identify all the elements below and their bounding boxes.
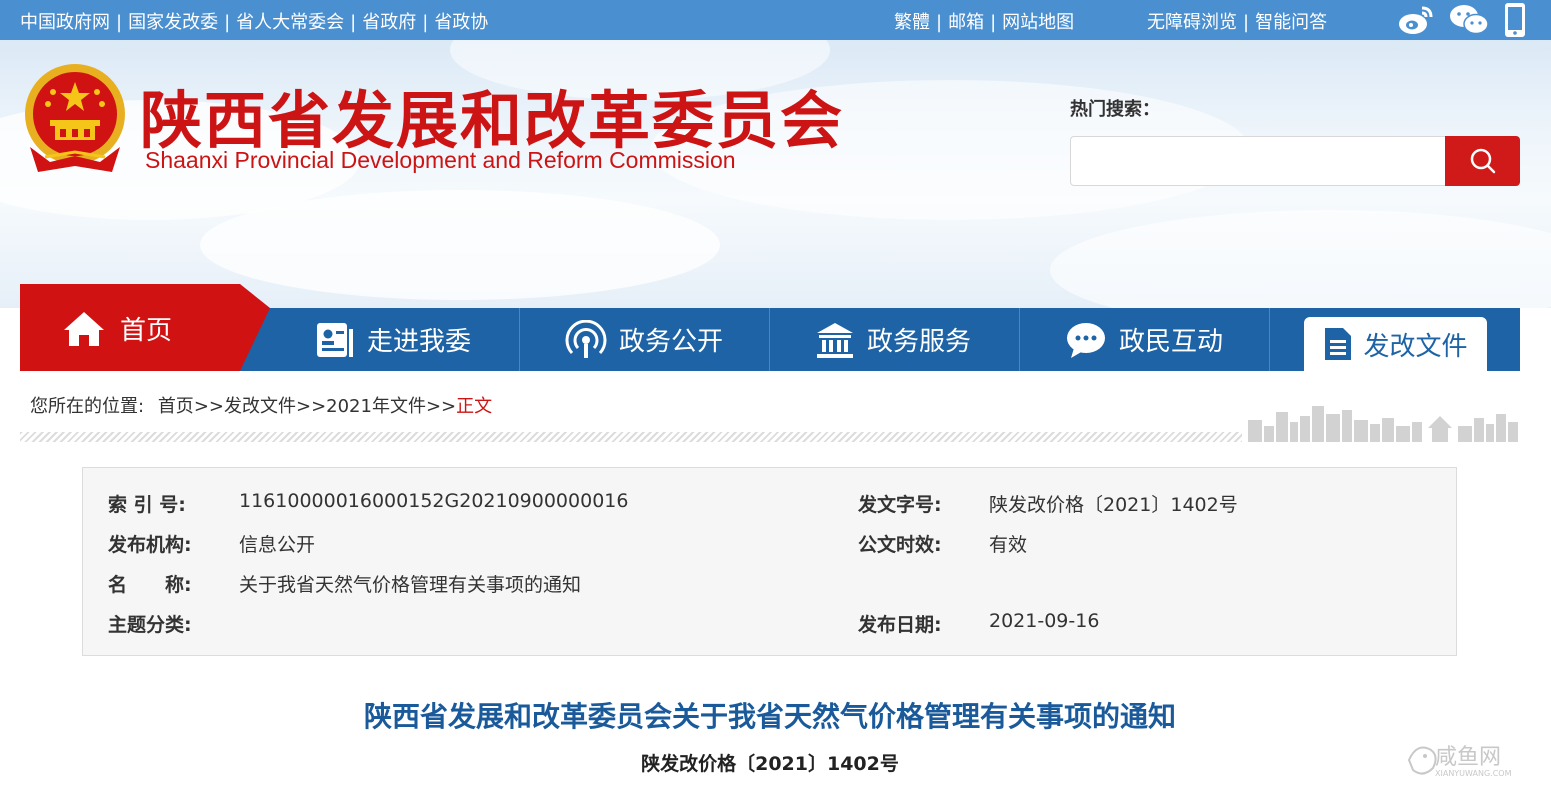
breadcrumb-sep: >> [425,396,457,417]
index-label: 索 引 号: [108,494,186,516]
nav-divider [769,308,770,371]
link-sitemap[interactable]: 网站地图 [1002,12,1074,33]
site-subtitle: Shaanxi Provincial Development and Refor… [145,147,736,173]
nav-about[interactable]: 走进我委 [315,308,471,371]
social-icons [1397,2,1527,43]
nav-documents[interactable]: 发改文件 [1304,317,1487,371]
decorative-stripe [20,432,1242,442]
profile-card-icon [317,322,353,357]
watermark-subtext: XIANYUWANG.COM [1435,769,1512,778]
doc-number-value: 陕发改价格〔2021〕1402号 [989,494,1238,516]
date-label: 发布日期: [858,614,942,636]
link-cppcc[interactable]: 省政协 [434,12,488,33]
name-label: 名 称: [108,574,192,596]
wechat-icon[interactable] [1449,3,1489,42]
watermark-logo: 咸鱼网 XIANYUWANG.COM [1405,738,1540,780]
nav-gov-affairs-label: 政务公开 [619,327,724,357]
link-smart-qa[interactable]: 智能问答 [1255,12,1327,33]
nav-gov-affairs[interactable]: 政务公开 [565,308,723,371]
validity-label: 公文时效: [858,534,942,556]
national-emblem-logo [20,62,130,178]
nav-home-label: 首页 [120,316,173,346]
nav-interaction[interactable]: 政民互动 [1065,308,1223,371]
top-links-right: 繁體 | 邮箱 | 网站地图 [894,12,1075,33]
nav-divider [519,308,520,371]
top-links-left: 中国政府网 | 国家发改委 | 省人大常委会 | 省政府 | 省政协 [20,12,489,33]
mobile-icon[interactable] [1503,2,1527,43]
validity-value: 有效 [989,534,1028,556]
nav-documents-label: 发改文件 [1363,331,1468,362]
hot-search-label: 热门搜索： [1070,99,1160,120]
breadcrumb-sep: >> [193,396,224,417]
nav-gov-services-label: 政务服务 [867,327,972,357]
index-value: 11610000016000152G20210900000016 [239,490,629,512]
doc-number-label: 发文字号: [858,494,942,516]
link-ndrc[interactable]: 国家发改委 [128,12,218,33]
breadcrumb-home[interactable]: 首页 [158,396,194,417]
breadcrumb-prefix: 您所在的位置: [30,396,145,417]
org-label: 发布机构: [108,534,192,556]
home-icon [62,310,106,352]
link-accessibility[interactable]: 无障碍浏览 [1147,12,1237,33]
city-skyline-illustration [1244,400,1520,442]
breadcrumb-current: 正文 [456,396,493,417]
weibo-icon[interactable] [1397,3,1435,42]
top-links-right2: 无障碍浏览 | 智能问答 [1147,12,1328,33]
org-value: 信息公开 [239,534,316,556]
nav-interaction-label: 政民互动 [1119,327,1224,357]
link-npc[interactable]: 省人大常委会 [236,12,344,33]
search-input[interactable] [1070,136,1446,186]
breadcrumb-sep: >> [295,396,327,417]
document-title: 陕西省发展和改革委员会关于我省天然气价格管理有关事项的通知 [363,700,1176,733]
link-gov-cn[interactable]: 中国政府网 [20,12,110,33]
breadcrumb-documents[interactable]: 发改文件 [224,396,296,417]
search-button[interactable] [1445,136,1520,186]
broadcast-icon [565,319,607,358]
nav-about-label: 走进我委 [367,327,472,357]
government-building-icon [817,322,853,358]
link-mail[interactable]: 邮箱 [948,12,984,33]
nav-gov-services[interactable]: 政务服务 [815,308,971,371]
watermark-text: 咸鱼网 [1435,745,1501,770]
nav-divider [1019,308,1020,371]
date-value: 2021-09-16 [989,610,1100,632]
breadcrumb: 您所在的位置: 首页>>发改文件>>2021年文件>>正文 [30,392,492,418]
nav-home[interactable]: 首页 [20,284,270,371]
document-number: 陕发改价格〔2021〕1402号 [641,753,899,775]
breadcrumb-2021[interactable]: 2021年文件 [326,396,426,417]
link-province-gov[interactable]: 省政府 [362,12,416,33]
link-traditional[interactable]: 繁體 [894,12,930,33]
chat-bubble-icon [1067,322,1105,358]
name-value: 关于我省天然气价格管理有关事项的通知 [239,574,582,596]
search-icon [1470,148,1495,174]
topic-label: 主题分类: [108,614,192,636]
top-bar: 中国政府网 | 国家发改委 | 省人大常委会 | 省政府 | 省政协 繁體 | 邮箱 | 网站地图 无障… [0,0,1551,40]
document-icon [1325,328,1352,360]
nav-divider [1269,308,1270,371]
